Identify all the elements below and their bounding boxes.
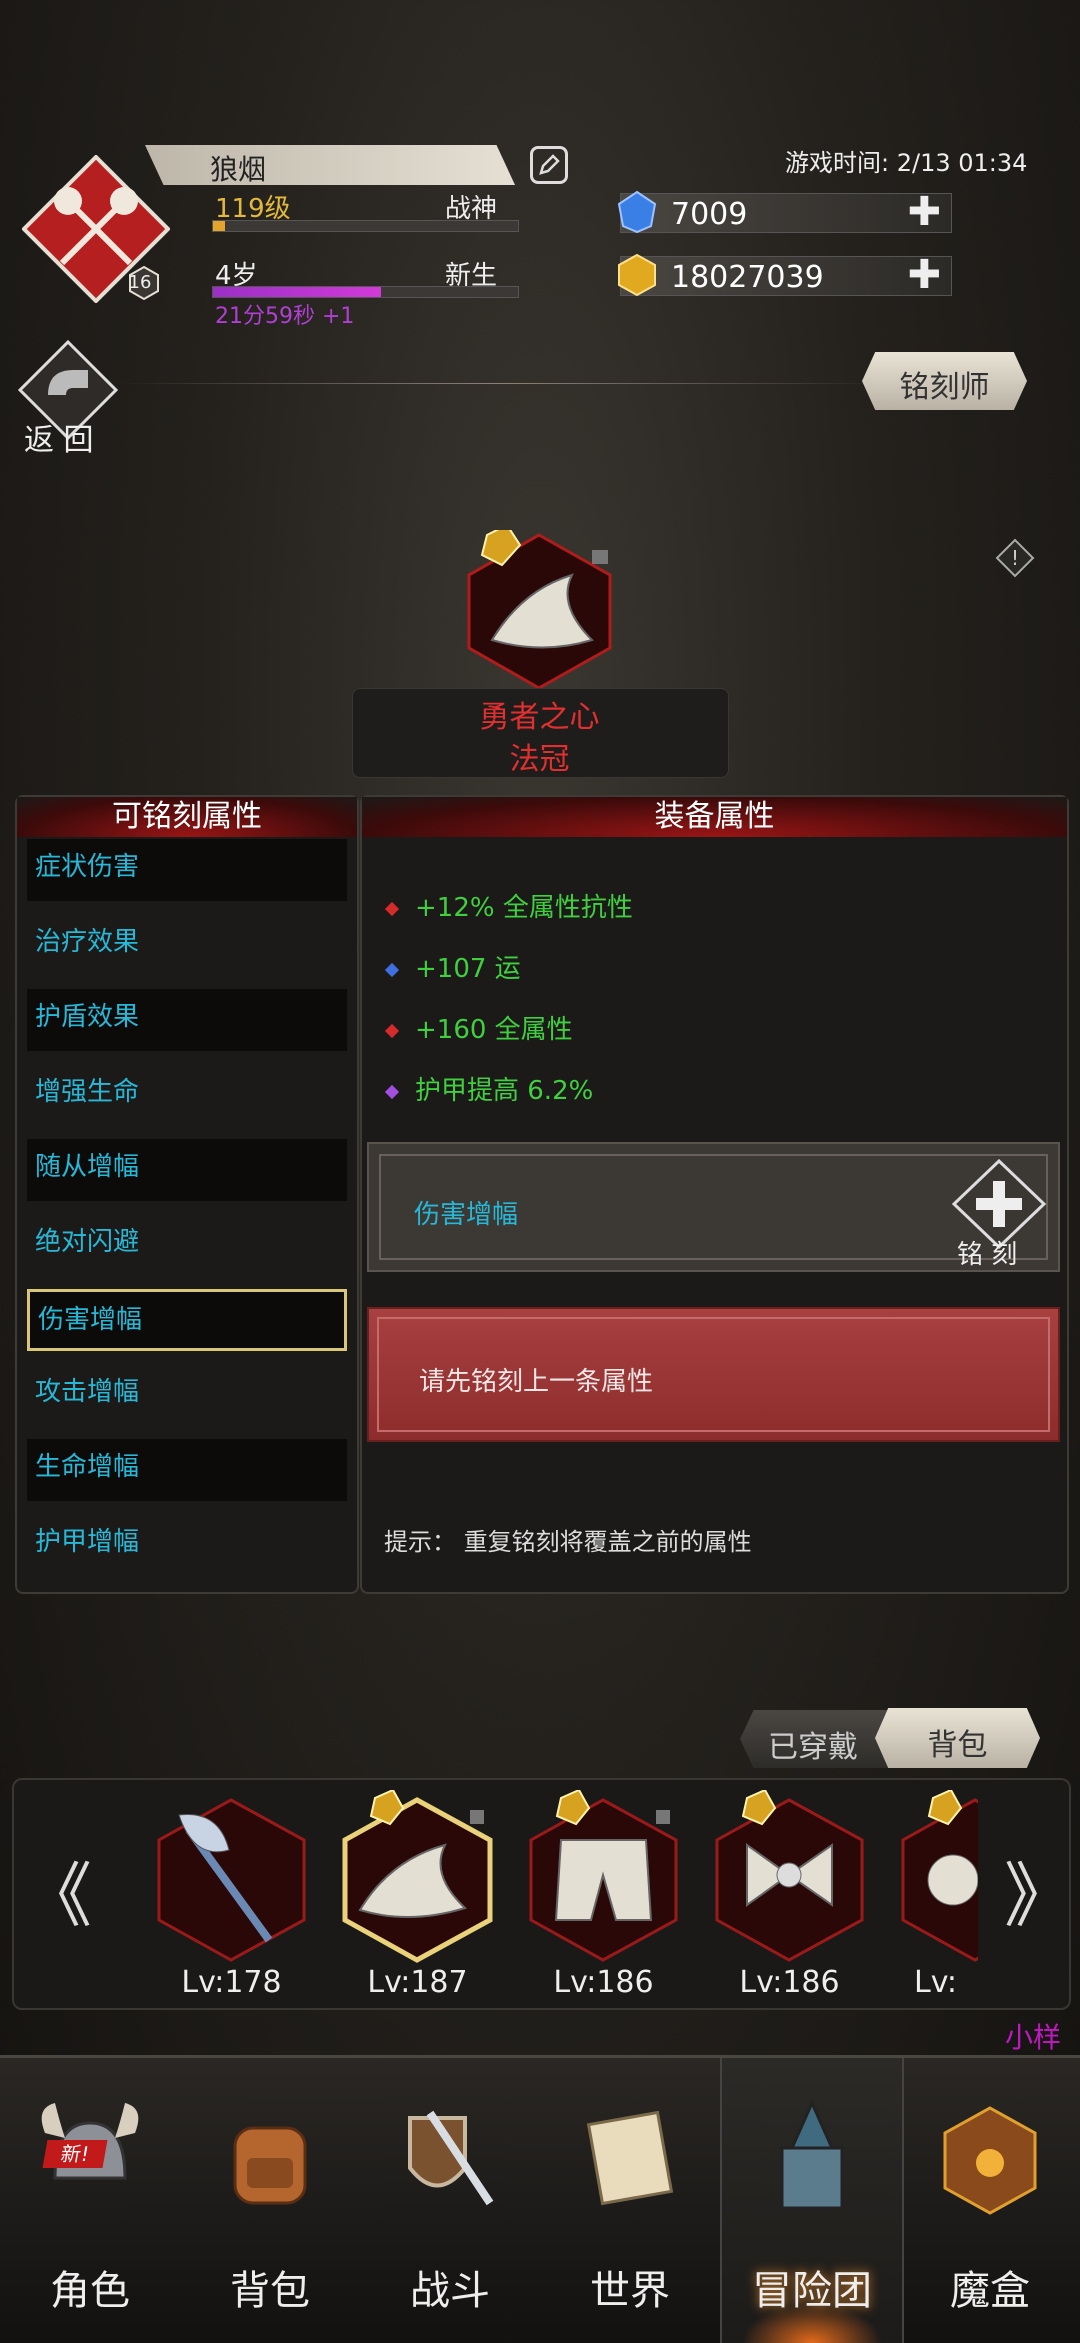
item-type: 法冠 <box>509 742 570 777</box>
nav-scroll-map[interactable]: 世界 <box>540 2058 720 2343</box>
nav-backpack[interactable]: 背包 <box>180 2058 360 2343</box>
level-progress-bar <box>212 220 519 232</box>
nav-helmet[interactable]: 新! 角色 <box>0 2058 180 2343</box>
pants-icon <box>529 1788 678 1962</box>
attribute-item[interactable]: 治疗效果 <box>27 914 347 976</box>
nav-label: 世界 <box>590 2268 670 2314</box>
header-divider <box>120 383 880 384</box>
attribute-item[interactable]: 护盾效果 <box>27 989 347 1051</box>
inventory-item-level: Lv:187 <box>367 1965 468 2000</box>
edit-name-icon[interactable] <box>530 146 568 184</box>
gem-bullet-icon <box>384 962 400 977</box>
magic-box-icon <box>943 2106 1037 2215</box>
engravable-attributes-panel: 可铭刻属性 症状伤害治疗效果护盾效果增强生命随从增幅绝对闪避伤害增幅攻击增幅生命… <box>15 795 359 1594</box>
item-name: 勇者之心 <box>479 700 600 735</box>
nav-label: 背包 <box>230 2268 310 2314</box>
engrave-slot-1[interactable]: 伤害增幅 铭 刻 <box>367 1142 1060 1272</box>
inventory-item[interactable]: Lv:186 <box>707 1788 872 2000</box>
equipment-stat: +160 全属性 <box>384 1009 573 1046</box>
gem-bullet-icon <box>384 1023 400 1038</box>
inventory-item[interactable]: Lv: <box>893 1790 978 2000</box>
gold-value: 18027039 <box>671 260 824 295</box>
back-button-label[interactable]: 返 回 <box>24 415 94 459</box>
inventory-item[interactable]: Lv:187 <box>335 1788 500 2000</box>
nav-castle[interactable]: 冒险团 <box>720 2058 904 2343</box>
active-glow <box>742 2303 882 2343</box>
attribute-item[interactable]: 伤害增幅 <box>27 1289 347 1351</box>
age-progress-bar <box>212 286 519 298</box>
equipment-attributes-panel: 装备属性 +12% 全属性抗性 +107 运 +160 全属性 护甲提高 6.2% 伤… <box>360 795 1069 1594</box>
tab-worn-label: 已穿戴 <box>768 1730 858 1765</box>
equipment-stat: 护甲提高 6.2% <box>384 1070 594 1107</box>
info-icon[interactable]: ! <box>995 538 1035 578</box>
scroll-left-icon[interactable]: 《 <box>22 1840 92 1941</box>
inventory-strip: 《 Lv:178 Lv:187 Lv:186 Lv:186 Lv: 》 <box>12 1778 1071 2010</box>
gem-bullet-icon <box>384 901 400 916</box>
engrave-hint: 提示： 重复铭刻将覆盖之前的属性 <box>384 1528 752 1556</box>
engrave-slot-1-label: 伤害增幅 <box>414 1200 519 1230</box>
attribute-item[interactable]: 攻击增幅 <box>27 1364 347 1426</box>
equipment-stat-text: +107 运 <box>415 954 521 984</box>
add-diamond-button[interactable]: ✚ <box>907 192 941 232</box>
scroll-map-icon <box>586 2110 674 2206</box>
equipment-stat-text: 护甲提高 6.2% <box>415 1076 594 1106</box>
gold-counter: 18027039 ✚ <box>618 253 952 297</box>
equipment-panel-title: 装备属性 <box>362 797 1067 837</box>
attribute-item[interactable]: 生命增幅 <box>27 1439 347 1501</box>
player-name: 狼烟 <box>210 153 267 186</box>
wizard-hat-icon <box>342 1788 493 1963</box>
tab-bag-label: 背包 <box>927 1728 988 1763</box>
attribute-item[interactable]: 护甲增幅 <box>27 1514 347 1576</box>
new-badge: 新! <box>42 2140 108 2168</box>
inventory-item-level: Lv:178 <box>181 1965 282 2000</box>
selected-item-hat-icon <box>467 530 612 690</box>
svg-text:!: ! <box>1011 546 1019 570</box>
gold-icon <box>618 253 656 297</box>
engrave-slot-2-locked: 请先铭刻上一条属性 <box>367 1307 1060 1442</box>
bottom-navigation: 新! 角色 背包 战斗 世界 冒险团 魔盒 <box>0 2055 1080 2343</box>
diamond-counter: 7009 ✚ <box>617 190 952 234</box>
add-gold-button[interactable]: ✚ <box>907 255 941 295</box>
nav-sword-shield[interactable]: 战斗 <box>360 2058 540 2343</box>
age-timer: 21分59秒 +1 <box>215 304 355 329</box>
nav-label: 战斗 <box>410 2268 490 2314</box>
equipment-stat-text: +12% 全属性抗性 <box>415 893 633 923</box>
inventory-item-level: Lv:186 <box>739 1965 840 2000</box>
attribute-item[interactable]: 绝对闪避 <box>27 1214 347 1276</box>
tab-bag[interactable]: 背包 <box>875 1708 1040 1768</box>
equipment-stat: +12% 全属性抗性 <box>384 887 633 924</box>
engrave-button-label: 铭 刻 <box>957 1240 1018 1270</box>
nav-label: 角色 <box>50 2268 130 2314</box>
nav-label: 魔盒 <box>950 2268 1030 2314</box>
engraver-tab[interactable]: 铭刻师 <box>862 352 1027 410</box>
scroll-right-icon[interactable]: 》 <box>1004 1840 1069 1941</box>
game-time: 游戏时间: 2/13 01:34 <box>785 149 1028 177</box>
name-bar <box>145 145 515 185</box>
battle-axe-icon <box>157 1798 306 1962</box>
diamond-icon <box>617 190 657 234</box>
engrave-button[interactable]: 铭 刻 <box>949 1158 1049 1270</box>
gem-bullet-icon <box>384 1084 400 1099</box>
sword-shield-icon <box>408 2110 494 2206</box>
attribute-item[interactable]: 症状伤害 <box>27 839 347 901</box>
inventory-item[interactable]: Lv:178 <box>149 1790 314 2000</box>
bow-ribbon-icon <box>715 1788 864 1962</box>
attribute-item[interactable]: 增强生命 <box>27 1064 347 1126</box>
watermark-username: 小样 <box>1005 2021 1062 2054</box>
attribute-item[interactable]: 随从增幅 <box>27 1139 347 1201</box>
nav-magic-box[interactable]: 魔盒 <box>900 2058 1080 2343</box>
castle-icon <box>780 2099 844 2210</box>
backpack-icon <box>233 2126 307 2205</box>
engraver-label: 铭刻师 <box>899 370 990 405</box>
engrave-slot-2-label: 请先铭刻上一条属性 <box>419 1367 654 1397</box>
equipment-stat: +107 运 <box>384 948 521 985</box>
equipment-stat-text: +160 全属性 <box>415 1015 573 1045</box>
inventory-item[interactable]: Lv:186 <box>521 1788 686 2000</box>
crest-level: 16 <box>128 272 152 293</box>
diamond-value: 7009 <box>671 197 748 232</box>
partial-item-icon <box>901 1790 978 1962</box>
inventory-item-level: Lv: <box>914 1965 957 2000</box>
engravable-panel-title: 可铭刻属性 <box>17 797 357 837</box>
inventory-item-level: Lv:186 <box>553 1965 654 2000</box>
